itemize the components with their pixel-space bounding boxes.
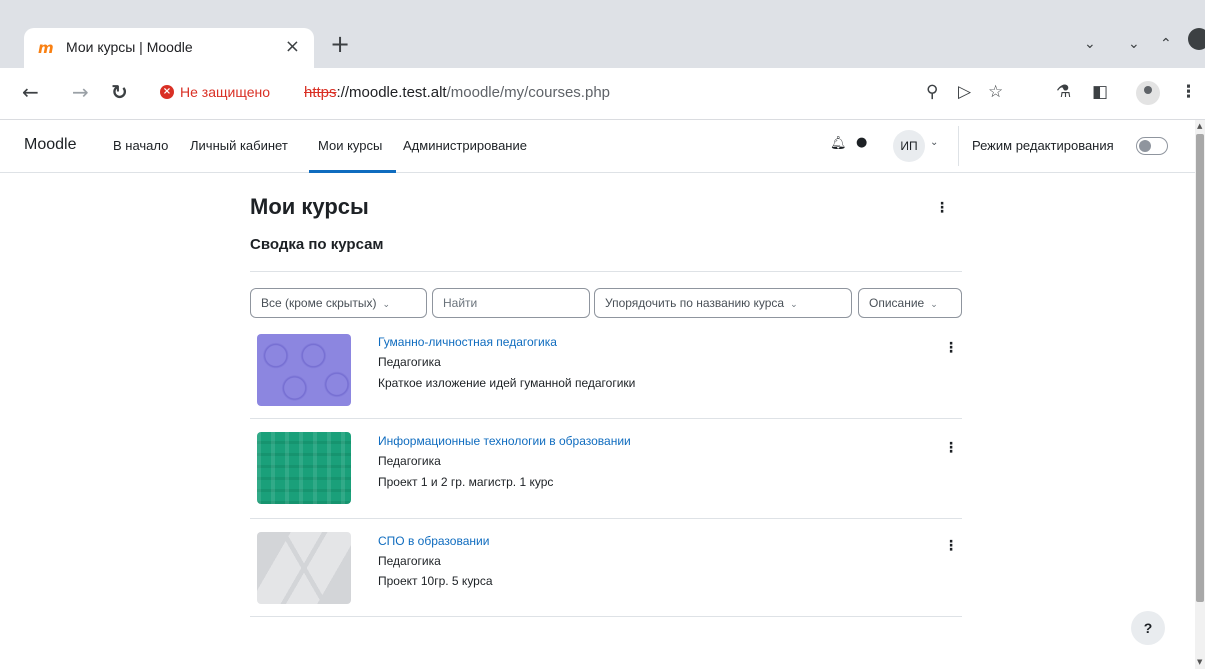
grouping-filter-label: Все (кроме скрытых) [261, 296, 377, 310]
section-title: Сводка по курсам [250, 236, 384, 253]
nav-item-administration[interactable]: Администрирование [403, 138, 527, 153]
address-bar[interactable]: https://moodle.test.alt/moodle/my/course… [304, 84, 610, 101]
row-divider [250, 418, 962, 419]
course-name-link[interactable]: Информационные технологии в образовании [378, 434, 631, 448]
course-category: Педагогика [378, 454, 441, 468]
course-actions-kebab-icon[interactable]: ⋮ [944, 440, 958, 456]
course-actions-kebab-icon[interactable]: ⋮ [944, 538, 958, 554]
new-tab-button[interactable]: + [330, 30, 350, 58]
nav-item-dashboard[interactable]: Личный кабинет [190, 138, 288, 153]
browser-tab[interactable]: m Мои курсы | Moodle × [24, 28, 314, 68]
scroll-down-icon[interactable]: ▼ [1197, 658, 1202, 666]
security-label: Не защищено [180, 84, 270, 100]
course-name-link[interactable]: СПО в образовании [378, 534, 489, 548]
grouping-filter-dropdown[interactable]: Все (кроме скрытых) ⌄ [250, 288, 427, 318]
active-nav-indicator [309, 170, 396, 173]
nav-item-my-courses[interactable]: Мои курсы [318, 138, 382, 153]
course-category: Педагогика [378, 554, 441, 568]
url-host: ://moodle.test.alt [336, 84, 447, 101]
zoom-icon[interactable]: ⚲ [926, 82, 938, 102]
tab-close-icon[interactable]: × [285, 36, 300, 57]
user-avatar[interactable]: ИП [893, 130, 925, 162]
course-name-link[interactable]: Гуманно-личностная педагогика [378, 335, 557, 349]
user-menu-chevron-icon[interactable]: ⌄ [930, 137, 938, 148]
course-summary: Проект 10гр. 5 курса [378, 574, 493, 588]
navbar-divider [958, 126, 959, 166]
edit-mode-toggle[interactable] [1136, 137, 1168, 155]
chevron-down-icon: ⌄ [382, 300, 391, 310]
course-category: Педагогика [378, 355, 441, 369]
flask-icon[interactable]: ⚗ [1056, 82, 1071, 102]
moodle-favicon-icon: m [38, 39, 54, 57]
sort-label: Упорядочить по названию курса [605, 296, 785, 310]
chat-icon[interactable]: ● [856, 135, 867, 150]
course-summary: Краткое изложение идей гуманной педагоги… [378, 376, 636, 390]
section-divider [250, 271, 962, 272]
browser-menu-icon[interactable]: ⋮ [1180, 82, 1197, 102]
browser-tabbar: m Мои курсы | Moodle × + ⌄ ⌄ ⌃ [0, 0, 1205, 68]
chevron-down-icon: ⌄ [790, 300, 798, 310]
sort-dropdown[interactable]: Упорядочить по названию курса ⌄ [594, 288, 852, 318]
maximize-icon[interactable]: ⌃ [1160, 36, 1172, 52]
course-image[interactable] [257, 432, 351, 504]
back-icon[interactable]: ← [22, 80, 39, 104]
warning-icon: × [160, 85, 174, 99]
side-panel-icon[interactable]: ◧ [1092, 82, 1108, 102]
row-divider [250, 518, 962, 519]
url-path: /moodle/my/courses.php [446, 84, 611, 101]
search-input[interactable]: Найти [432, 288, 590, 318]
security-indicator[interactable]: × Не защищено [160, 84, 270, 100]
send-icon[interactable]: ▷ [958, 82, 971, 102]
page-actions-kebab-icon[interactable]: ⋮ [935, 200, 949, 216]
reload-icon[interactable]: ↻ [111, 80, 128, 104]
forward-icon[interactable]: → [72, 80, 89, 104]
course-image[interactable] [257, 334, 351, 406]
minimize-icon[interactable]: ⌄ [1128, 36, 1140, 52]
site-brand[interactable]: Moodle [24, 136, 76, 154]
edit-mode-label: Режим редактирования [972, 138, 1114, 153]
chevron-down-icon: ⌄ [930, 300, 938, 310]
scroll-up-icon[interactable]: ▲ [1197, 122, 1202, 130]
moodle-navbar: Moodle В начало Личный кабинет Мои курсы… [0, 120, 1195, 173]
course-image[interactable] [257, 532, 351, 604]
tab-title: Мои курсы | Moodle [66, 39, 193, 55]
view-label: Описание [869, 296, 925, 310]
browser-toolbar: ← → ↻ × Не защищено https://moodle.test.… [0, 68, 1205, 120]
course-actions-kebab-icon[interactable]: ⋮ [944, 340, 958, 356]
page-title: Мои курсы [250, 194, 369, 219]
tab-search-icon[interactable]: ⌄ [1084, 36, 1096, 52]
nav-item-home[interactable]: В начало [113, 138, 168, 153]
url-scheme: https [304, 84, 337, 101]
view-dropdown[interactable]: Описание ⌄ [858, 288, 962, 318]
bell-icon[interactable]: 🔔︎ [830, 136, 847, 151]
profile-avatar-icon[interactable] [1136, 81, 1160, 105]
course-summary: Проект 1 и 2 гр. магистр. 1 курс [378, 475, 554, 489]
scrollbar-thumb[interactable] [1196, 134, 1204, 602]
row-divider [250, 616, 962, 617]
window-close-icon[interactable] [1188, 28, 1205, 50]
star-icon[interactable]: ☆ [988, 82, 1003, 102]
help-button[interactable]: ? [1131, 611, 1165, 645]
